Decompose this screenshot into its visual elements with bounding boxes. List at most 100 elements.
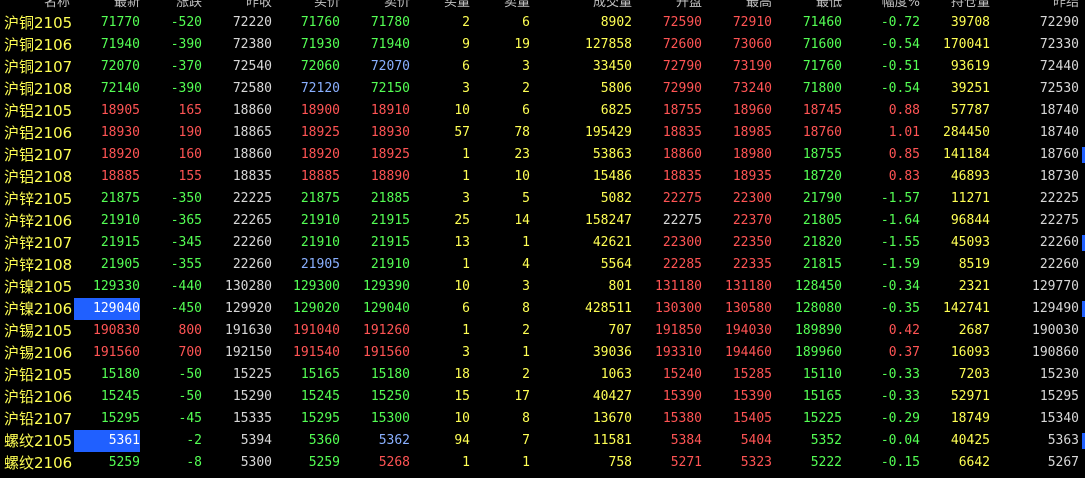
price-change: -50: [178, 367, 202, 382]
quote-row[interactable]: 沪铅2105 15180 -50 15225 15165 15180 18 2 1063 1524…: [0, 364, 1085, 386]
bid-volume: 94: [454, 433, 470, 448]
change-percent: 0.37: [888, 345, 920, 360]
header-change[interactable]: 涨跌: [142, 0, 202, 12]
quote-row[interactable]: 沪铝2105 18905 165 18860 18900 18910 10 6 6825 1875…: [0, 100, 1085, 122]
quote-row[interactable]: 沪铜2106 71940 -390 72380 71930 71940 9 19 127858 7…: [0, 34, 1085, 56]
ask-price: 72070: [370, 59, 410, 74]
ask-price: 15300: [370, 411, 410, 426]
bid-price: 15295: [300, 411, 340, 426]
trade-volume: 5082: [600, 191, 632, 206]
quote-table-header: 名称 最新 涨跌 昨收 买价 卖价 买量 卖量 成交量 开盘 最高 最低 幅度%…: [0, 0, 1085, 12]
ask-volume: 2: [522, 81, 530, 96]
low-price: 18755: [802, 147, 842, 162]
ask-volume: 17: [514, 389, 530, 404]
quote-row[interactable]: 沪铜2107 72070 -370 72540 72060 72070 6 3 33450 727…: [0, 56, 1085, 78]
prev-settle: 5267: [1047, 455, 1079, 470]
low-price: 15110: [802, 367, 842, 382]
price-change: 155: [178, 169, 202, 184]
low-price: 18745: [802, 103, 842, 118]
bid-volume: 1: [462, 257, 470, 272]
open-price: 72990: [662, 81, 702, 96]
contract-name: 沪锌2107: [4, 234, 73, 252]
header-bid-volume[interactable]: 买量: [414, 0, 470, 12]
high-price: 18985: [732, 125, 772, 140]
header-ask[interactable]: 卖价: [342, 0, 410, 12]
change-percent: -1.64: [880, 213, 920, 228]
trade-volume: 39036: [592, 345, 632, 360]
high-price: 15405: [732, 411, 772, 426]
quote-row[interactable]: 沪铝2108 18885 155 18835 18885 18890 1 10 15486 188…: [0, 166, 1085, 188]
quote-row[interactable]: 沪镍2105 129330 -440 130280 129300 129390 10 3 801…: [0, 276, 1085, 298]
contract-name: 沪镍2106: [4, 300, 73, 318]
price-change: -520: [170, 15, 202, 30]
header-change-pct[interactable]: 幅度%: [846, 0, 920, 12]
header-bid[interactable]: 买价: [274, 0, 340, 12]
bid-volume: 1: [462, 147, 470, 162]
header-last[interactable]: 最新: [74, 0, 140, 12]
header-volume[interactable]: 成交量: [560, 0, 632, 12]
low-price: 71600: [802, 37, 842, 52]
prev-settle: 129770: [1032, 279, 1079, 294]
header-low[interactable]: 最低: [774, 0, 842, 12]
contract-name: 沪锡2106: [4, 344, 73, 362]
price-change: -440: [170, 279, 202, 294]
bid-volume: 15: [454, 389, 470, 404]
quote-row[interactable]: 沪锡2105 190830 800 191630 191040 191260 1 2 707 19…: [0, 320, 1085, 342]
header-ask-volume[interactable]: 卖量: [472, 0, 530, 12]
price-change: 160: [178, 147, 202, 162]
quote-row[interactable]: 螺纹2105 5361 -2 5394 5360 5362 94 7 11581 5384 5404…: [0, 430, 1085, 452]
open-price: 130300: [655, 301, 702, 316]
contract-name: 沪锡2105: [4, 322, 73, 340]
open-interest: 11271: [950, 191, 990, 206]
header-prev-close[interactable]: 昨收: [206, 0, 272, 12]
prev-settle: 18760: [1039, 147, 1079, 162]
open-price: 15390: [662, 389, 702, 404]
low-price: 21815: [802, 257, 842, 272]
bid-price: 21875: [300, 191, 340, 206]
prev-close: 18860: [232, 147, 272, 162]
header-prev-settle[interactable]: 昨结: [1000, 0, 1079, 12]
open-interest: 18749: [950, 411, 990, 426]
quote-row[interactable]: 沪铝2106 18930 190 18865 18925 18930 57 78 195429 1…: [0, 122, 1085, 144]
open-price: 22275: [662, 191, 702, 206]
open-interest: 6642: [958, 455, 990, 470]
bid-volume: 1: [462, 455, 470, 470]
header-open[interactable]: 开盘: [634, 0, 702, 12]
bid-volume: 6: [462, 301, 470, 316]
high-price: 22335: [732, 257, 772, 272]
quote-row[interactable]: 沪锌2107 21915 -345 22260 21910 21915 13 1 42621 22…: [0, 232, 1085, 254]
quote-row[interactable]: 螺纹2106 5259 -8 5300 5259 5268 1 1 758 5271 5323 522…: [0, 452, 1085, 474]
low-price: 5222: [810, 455, 842, 470]
open-price: 18860: [662, 147, 702, 162]
quote-row[interactable]: 沪镍2106 129040 -450 129920 129020 129040 6 8 4285…: [0, 298, 1085, 320]
last-price: 71770: [100, 15, 140, 30]
change-percent: -0.15: [880, 455, 920, 470]
open-interest: 93619: [950, 59, 990, 74]
header-open-interest[interactable]: 持仓量: [922, 0, 990, 12]
ask-volume: 3: [522, 59, 530, 74]
prev-close: 72540: [232, 59, 272, 74]
quote-row[interactable]: 沪铜2105 71770 -520 72220 71760 71780 2 6 8902 7259…: [0, 12, 1085, 34]
ask-volume: 23: [514, 147, 530, 162]
contract-name: 沪铅2105: [4, 366, 73, 384]
quote-row[interactable]: 沪铅2106 15245 -50 15290 15245 15250 15 17 40427 15…: [0, 386, 1085, 408]
trade-volume: 707: [608, 323, 632, 338]
quote-row[interactable]: 沪锡2106 191560 700 192150 191540 191560 3 1 39036…: [0, 342, 1085, 364]
ask-volume: 19: [514, 37, 530, 52]
quote-row[interactable]: 沪铅2107 15295 -45 15335 15295 15300 10 8 13670 153…: [0, 408, 1085, 430]
contract-name: 沪铝2105: [4, 102, 73, 120]
ask-volume: 4: [522, 257, 530, 272]
quote-row[interactable]: 沪锌2105 21875 -350 22225 21875 21885 3 5 5082 2227…: [0, 188, 1085, 210]
header-high[interactable]: 最高: [704, 0, 772, 12]
quote-row[interactable]: 沪铜2108 72140 -390 72580 72120 72150 3 2 5806 7299…: [0, 78, 1085, 100]
trade-volume: 1063: [600, 367, 632, 382]
header-name[interactable]: 名称: [0, 0, 70, 12]
quote-row[interactable]: 沪锌2106 21910 -365 22265 21910 21915 25 14 158247…: [0, 210, 1085, 232]
ask-volume: 8: [522, 301, 530, 316]
quote-row[interactable]: 沪锌2108 21905 -355 22260 21905 21910 1 4 5564 2228…: [0, 254, 1085, 276]
quote-row[interactable]: 沪铝2107 18920 160 18860 18920 18925 1 23 53863 188…: [0, 144, 1085, 166]
prev-settle: 72530: [1039, 81, 1079, 96]
prev-settle: 22275: [1039, 213, 1079, 228]
bid-price: 5259: [308, 455, 340, 470]
futures-quote-board: 名称 最新 涨跌 昨收 买价 卖价 买量 卖量 成交量 开盘 最高 最低 幅度%…: [0, 0, 1085, 478]
